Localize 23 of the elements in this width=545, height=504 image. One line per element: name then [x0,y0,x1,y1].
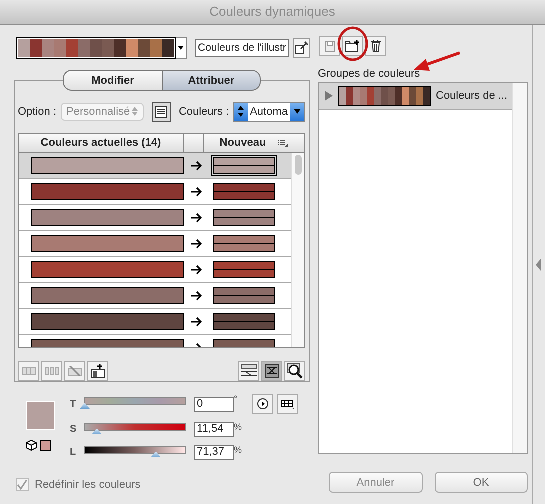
tab[interactable]: Modifier [63,70,162,91]
tab[interactable]: Attribuer [162,70,261,91]
unit-label: % [234,445,244,455]
column-header: Nouveau [204,134,304,152]
value-field[interactable]: 11,54 [194,422,234,437]
slider-label: T [70,398,78,410]
colors-count-field[interactable]: Automa [233,102,305,122]
option-label: Option : [18,106,57,118]
window-title: Couleurs dynamiques [210,4,336,19]
slider-label: L [70,447,78,458]
value-field[interactable]: 71,37 [194,445,234,460]
ok-button[interactable]: OK [434,472,528,493]
group-name-field[interactable]: Couleurs de l'illustr [195,39,290,57]
value-field[interactable]: 0 [194,396,234,412]
column-header: Couleurs actuelles (14) [19,134,184,152]
color-group-row[interactable]: Couleurs de ... [319,83,512,110]
section-label: Groupes de couleurs [318,68,422,80]
checkbox-label: Redéfinir les couleurs [35,478,141,490]
slider-label: S [70,424,78,435]
unit-label: ° [234,394,239,404]
group-name: Couleurs de ... [436,90,508,102]
unit-label: % [234,422,244,432]
colors-label: Couleurs : [178,106,230,118]
